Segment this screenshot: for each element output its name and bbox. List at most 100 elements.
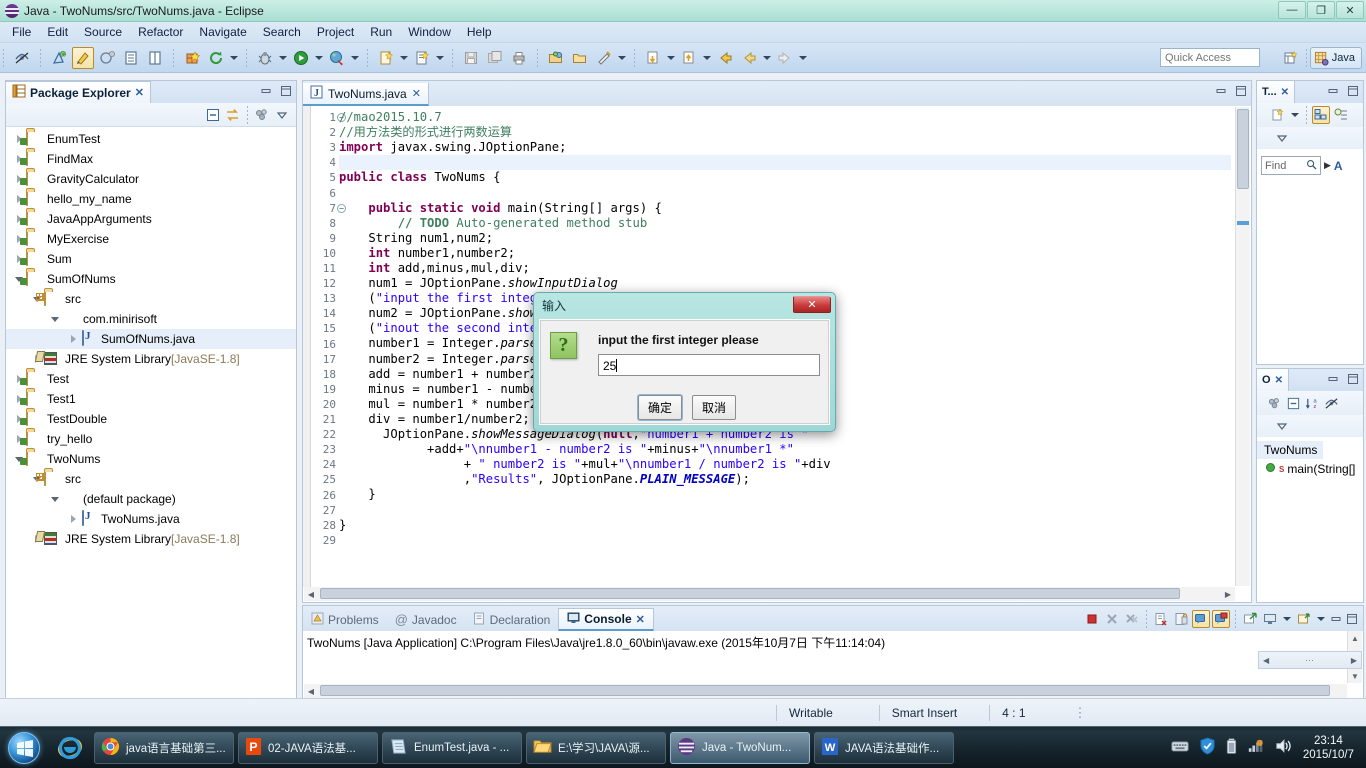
tree-item[interactable]: JRE System Library [JavaSE-1.8] (6, 529, 296, 549)
pin-console-icon[interactable] (1192, 610, 1210, 628)
close-icon[interactable]: ✕ (1281, 87, 1289, 98)
close-icon[interactable]: ✕ (412, 87, 421, 100)
expand-arrow-icon[interactable] (66, 329, 80, 349)
filter-icon[interactable] (1265, 394, 1283, 412)
taskbar-item-powerpoint[interactable]: P 02-JAVA语法基... (238, 731, 378, 764)
collapse-arrow-icon[interactable] (48, 309, 62, 329)
view-filters-icon[interactable] (253, 106, 271, 124)
maximize-editor-icon[interactable] (1234, 84, 1248, 98)
tree-item[interactable]: JavaAppArguments (6, 209, 296, 229)
menu-edit[interactable]: Edit (39, 23, 76, 41)
toggle-mark-occurrences-icon[interactable] (11, 47, 33, 69)
categorize-tasks-icon[interactable] (1312, 106, 1330, 124)
tree-item[interactable]: Test1 (6, 389, 296, 409)
link-with-editor-icon[interactable] (224, 106, 242, 124)
debug-icon[interactable] (254, 47, 276, 69)
taskbar-item-notepad[interactable]: EnumTest.java - ... (382, 731, 522, 764)
menu-window[interactable]: Window (400, 23, 459, 41)
tree-item[interactable]: hello_my_name (6, 189, 296, 209)
tree-item[interactable]: Sum (6, 249, 296, 269)
terminate-icon[interactable] (1083, 610, 1101, 628)
minimize-button[interactable]: — (1278, 1, 1306, 19)
menu-refactor[interactable]: Refactor (130, 23, 191, 41)
new-wizard-icon[interactable] (375, 47, 397, 69)
cancel-button[interactable]: 取消 (692, 395, 736, 420)
tab-outline[interactable]: O ✕ (1257, 369, 1289, 391)
maximize-console-icon[interactable] (1345, 612, 1359, 626)
open-console-icon[interactable] (1241, 610, 1259, 628)
editor-vscroll-thumb[interactable] (1237, 109, 1249, 189)
tree-item[interactable]: SumOfNums (6, 269, 296, 289)
open-task-icon[interactable] (120, 47, 142, 69)
save-all-icon[interactable] (484, 47, 506, 69)
search-icon[interactable] (593, 47, 615, 69)
tree-item[interactable]: TestDouble (6, 409, 296, 429)
scroll-right-arrow[interactable]: ▶ (1221, 587, 1235, 601)
scroll-right-arrow[interactable]: ▶ (1351, 656, 1357, 665)
tree-item[interactable]: TwoNums (6, 449, 296, 469)
tree-item[interactable]: FindMax (6, 149, 296, 169)
minimize-view-icon[interactable] (1326, 372, 1340, 386)
taskbar-item-explorer[interactable]: E:\学习\JAVA\源... (526, 731, 666, 764)
forward-icon[interactable] (774, 47, 796, 69)
perspective-java-button[interactable]: Java (1309, 47, 1362, 69)
back-dropdown-arrow[interactable] (761, 47, 773, 69)
tab-problems[interactable]: Problems (303, 608, 387, 631)
dialog-text-input[interactable]: 25 (598, 354, 820, 376)
find-next-arrow-icon[interactable]: ▶ (1324, 160, 1331, 171)
console-output[interactable]: TwoNums [Java Application] C:\Program Fi… (303, 631, 1363, 699)
view-menu-icon[interactable] (1273, 417, 1291, 435)
outline-tree[interactable]: TwoNums S main(String[] (1257, 437, 1363, 602)
new-task-dropdown-arrow[interactable] (1289, 104, 1301, 126)
menu-help[interactable]: Help (459, 23, 500, 41)
scroll-lock-icon[interactable] (1172, 610, 1190, 628)
scroll-left-arrow[interactable]: ◀ (304, 684, 318, 698)
menu-project[interactable]: Project (309, 23, 362, 41)
view-menu-icon[interactable] (273, 106, 291, 124)
tree-item[interactable]: src (6, 289, 296, 309)
new-java-project-icon[interactable] (411, 47, 433, 69)
clear-console-icon[interactable] (1152, 610, 1170, 628)
new-annotation-icon[interactable] (96, 47, 118, 69)
internet-explorer-icon[interactable] (48, 730, 92, 766)
editor-vertical-scrollbar[interactable] (1235, 107, 1250, 586)
taskbar-clock[interactable]: 23:14 2015/10/7 (1303, 734, 1358, 762)
tree-item[interactable]: com.minirisoft (6, 309, 296, 329)
open-type-icon[interactable] (545, 47, 567, 69)
taskbar-item-eclipse[interactable]: Java - TwoNum... (670, 731, 810, 764)
editor-horizontal-scrollbar[interactable]: ◀ ▶ (304, 587, 1235, 601)
new-java-class-icon[interactable]: C (48, 47, 70, 69)
start-button[interactable] (0, 728, 48, 768)
build-all-icon[interactable] (181, 47, 203, 69)
outline-horizontal-scrollbar[interactable]: ◀ ⋯ ▶ (1258, 651, 1362, 669)
hide-fields-icon[interactable] (1322, 394, 1340, 412)
edit-highlight-icon[interactable] (72, 46, 94, 69)
volume-icon[interactable] (1275, 738, 1293, 757)
outline-hscroll-thumb[interactable]: ⋯ (1305, 655, 1315, 666)
close-button[interactable]: ✕ (1336, 1, 1364, 19)
scroll-left-arrow[interactable]: ◀ (1263, 656, 1269, 665)
quick-access-input[interactable] (1160, 48, 1260, 67)
maximize-view-icon[interactable] (1346, 372, 1360, 386)
menu-search[interactable]: Search (255, 23, 309, 41)
tab-console[interactable]: Console ✕ (558, 608, 654, 631)
restore-button[interactable]: ❐ (1307, 1, 1335, 19)
tree-item[interactable]: try_hello (6, 429, 296, 449)
run-dropdown-arrow[interactable] (313, 47, 325, 69)
view-menu-icon[interactable] (1273, 129, 1291, 147)
open-console-options-icon[interactable] (1295, 610, 1313, 628)
minimize-console-icon[interactable] (1329, 612, 1343, 626)
minimize-view-icon[interactable] (259, 84, 273, 98)
refresh-icon[interactable] (205, 47, 227, 69)
display-selected-console-icon[interactable] (1212, 610, 1230, 628)
run-icon[interactable] (290, 47, 312, 69)
next-annotation-dropdown-arrow[interactable] (665, 47, 677, 69)
debug-dropdown-arrow[interactable] (277, 47, 289, 69)
collapse-arrow-icon[interactable] (48, 489, 62, 509)
console-options-dropdown-arrow[interactable] (1315, 608, 1327, 630)
console-hscroll-thumb[interactable] (320, 685, 1330, 696)
scroll-left-arrow[interactable]: ◀ (304, 587, 318, 601)
menu-navigate[interactable]: Navigate (191, 23, 254, 41)
forward-history-icon[interactable] (738, 47, 760, 69)
console-horizontal-scrollbar[interactable]: ◀ (304, 684, 1347, 698)
